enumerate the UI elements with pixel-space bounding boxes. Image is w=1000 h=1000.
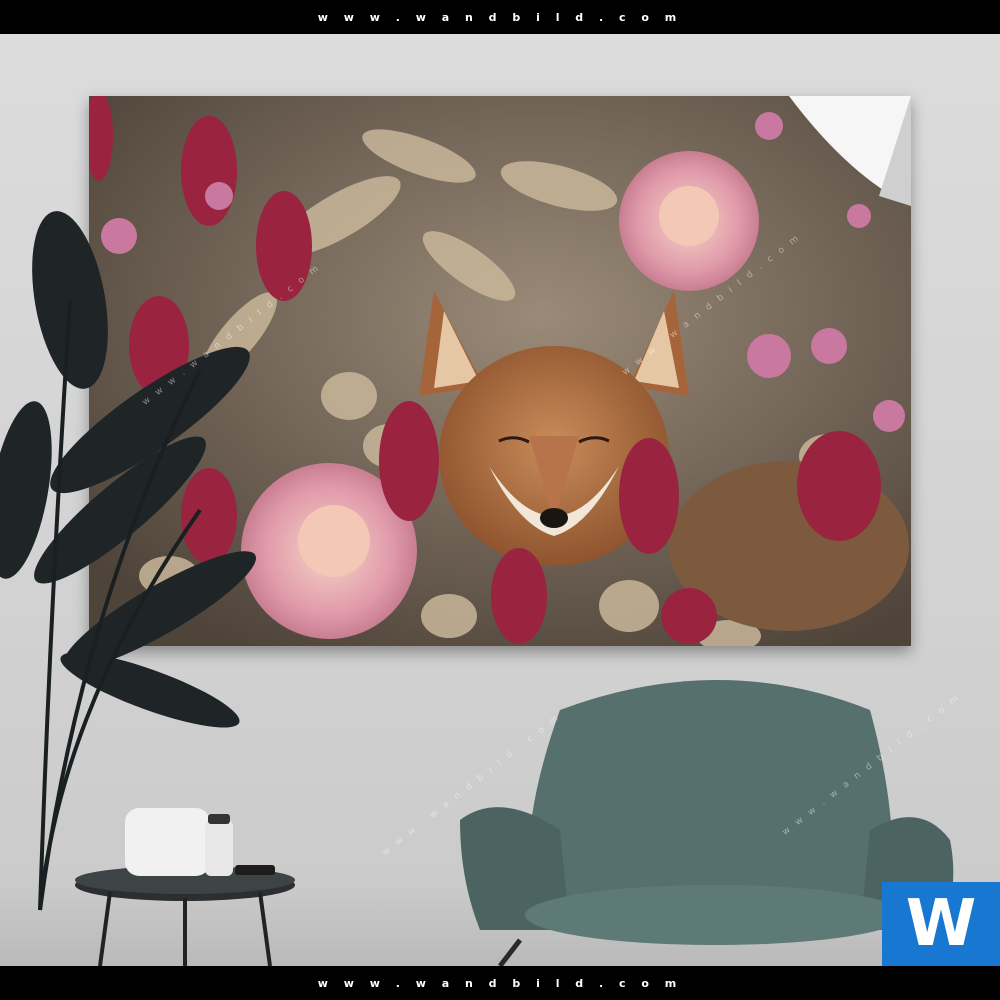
- bottom-url-text: w w w . w a n d b i l d . c o m: [317, 976, 683, 990]
- pink-flower-top: [619, 151, 759, 291]
- logo-letter: W: [905, 887, 977, 961]
- top-url-text: w w w . w a n d b i l d . c o m: [317, 10, 683, 24]
- bottom-url-band: w w w . w a n d b i l d . c o m: [0, 966, 1000, 1000]
- wandbild-logo: W: [882, 882, 1000, 966]
- side-table: [75, 808, 295, 966]
- top-url-band: w w w . w a n d b i l d . c o m: [0, 0, 1000, 34]
